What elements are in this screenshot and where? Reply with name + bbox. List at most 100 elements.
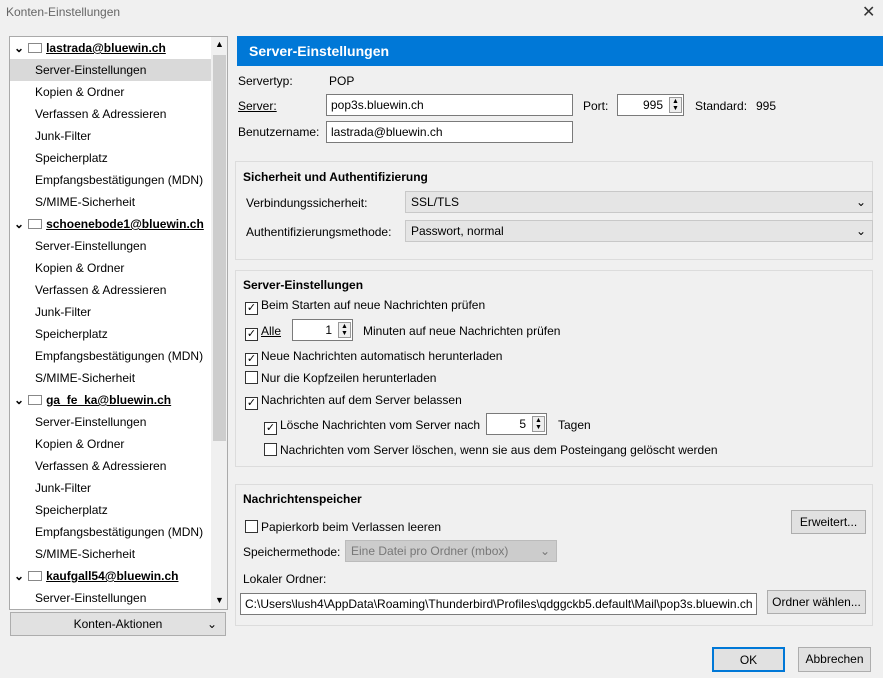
port-label: Port: xyxy=(583,99,609,113)
server-label: Server: xyxy=(238,99,277,113)
check-start-label: Beim Starten auf neue Nachrichten prüfen xyxy=(261,298,486,312)
scroll-down-icon[interactable]: ▼ xyxy=(215,595,224,605)
chevron-down-icon[interactable]: ⌄ xyxy=(14,393,24,407)
tree-item[interactable]: Junk-Filter xyxy=(10,125,211,147)
check-start-checkbox[interactable]: ✓ Beim Starten auf neue Nachrichten prüfe… xyxy=(245,298,485,315)
tree-item[interactable]: Speicherplatz xyxy=(10,323,211,345)
tree-item[interactable]: Server-Einstellungen xyxy=(10,587,211,609)
close-icon[interactable]: ✕ xyxy=(862,2,875,22)
chevron-down-icon[interactable]: ⌄ xyxy=(14,217,24,231)
connection-security-label: Verbindungssicherheit: xyxy=(246,196,368,210)
delete-after-label: Lösche Nachrichten vom Server nach xyxy=(280,418,481,432)
checkbox-checked-icon: ✓ xyxy=(245,353,258,366)
checkbox-unchecked-icon xyxy=(245,371,258,384)
days-input[interactable]: 5 ▲ ▼ xyxy=(486,413,547,435)
chevron-down-icon[interactable]: ⌄ xyxy=(14,569,24,583)
chevron-down-icon: ⌄ xyxy=(855,195,866,209)
spinner-icon[interactable]: ▲ ▼ xyxy=(338,322,351,338)
auth-method-select[interactable]: Passwort, normal ⌄ xyxy=(405,220,873,242)
delete-after-checkbox[interactable]: ✓ Lösche Nachrichten vom Server nach xyxy=(264,418,480,435)
tree-item[interactable]: Kopien & Ordner xyxy=(10,433,211,455)
connection-security-value: SSL/TLS xyxy=(411,195,460,209)
username-label: Benutzername: xyxy=(238,125,320,139)
account-name: kaufgall54@bluewin.ch xyxy=(46,569,179,583)
account-name: schoenebode1@bluewin.ch xyxy=(46,217,204,231)
checkbox-checked-icon: ✓ xyxy=(245,302,258,315)
spinner-icon[interactable]: ▲ ▼ xyxy=(532,416,545,432)
tree-item[interactable]: Junk-Filter xyxy=(10,477,211,499)
tree-item[interactable]: Kopien & Ordner xyxy=(10,81,211,103)
standard-value: 995 xyxy=(756,99,777,113)
headers-only-checkbox[interactable]: Nur die Kopfzeilen herunterladen xyxy=(245,371,436,385)
envelope-icon xyxy=(28,219,43,229)
local-folder-input[interactable]: C:\Users\lush4\AppData\Roaming\Thunderbi… xyxy=(240,593,757,615)
auth-method-value: Passwort, normal xyxy=(411,224,504,238)
tree-item[interactable]: Junk-Filter xyxy=(10,301,211,323)
checkbox-checked-icon: ✓ xyxy=(264,422,277,435)
check-every-checkbox[interactable]: ✓ Alle xyxy=(245,324,281,341)
scrollbar[interactable]: ▲ ▼ xyxy=(211,37,227,609)
tree-item[interactable]: Speicherplatz xyxy=(10,147,211,169)
storage-heading: Nachrichtenspeicher xyxy=(243,492,362,506)
tree-item[interactable]: Empfangsbestätigungen (MDN) xyxy=(10,169,211,191)
tree-account[interactable]: ⌄ ga_fe_ka@bluewin.ch xyxy=(10,389,211,411)
choose-folder-button[interactable]: Ordner wählen... xyxy=(767,590,866,614)
tree-item[interactable]: Kopien & Ordner xyxy=(10,257,211,279)
storage-method-label: Speichermethode: xyxy=(243,545,341,559)
checkbox-checked-icon: ✓ xyxy=(245,328,258,341)
scroll-up-icon[interactable]: ▲ xyxy=(215,39,224,49)
chevron-down-icon[interactable]: ⌄ xyxy=(14,41,24,55)
tree-account[interactable]: ⌄ schoenebode1@bluewin.ch xyxy=(10,213,211,235)
empty-trash-label: Papierkorb beim Verlassen leeren xyxy=(261,520,442,534)
servertype-label: Servertyp: xyxy=(238,74,293,88)
leave-on-server-label: Nachrichten auf dem Server belassen xyxy=(261,393,462,407)
tree-item[interactable]: Server-Einstellungen xyxy=(10,235,211,257)
tree-item[interactable]: Empfangsbestätigungen (MDN) xyxy=(10,345,211,367)
minutes-label: Minuten auf neue Nachrichten prüfen xyxy=(363,324,561,338)
tree-item[interactable]: Verfassen & Adressieren xyxy=(10,103,211,125)
advanced-button[interactable]: Erweitert... xyxy=(791,510,866,534)
account-tree[interactable]: ⌄ lastrada@bluewin.ch Server-Einstellungen… xyxy=(9,36,228,610)
window-title: Konten-Einstellungen xyxy=(6,5,121,19)
ok-button[interactable]: OK xyxy=(712,647,785,672)
tree-account[interactable]: ⌄ lastrada@bluewin.ch xyxy=(10,37,211,59)
tree-item[interactable]: Server-Einstellungen xyxy=(10,411,211,433)
tree-item[interactable]: S/MIME-Sicherheit xyxy=(10,543,211,565)
auth-method-label: Authentifizierungsmethode: xyxy=(246,225,392,239)
chevron-down-icon: ⌄ xyxy=(855,224,866,238)
cancel-button[interactable]: Abbrechen xyxy=(798,647,871,672)
connection-security-select[interactable]: SSL/TLS ⌄ xyxy=(405,191,873,213)
scrollbar-thumb[interactable] xyxy=(213,55,226,441)
tree-item[interactable]: S/MIME-Sicherheit xyxy=(10,367,211,389)
account-actions-button[interactable]: Konten-Aktionen ⌄ xyxy=(10,612,226,636)
tree-item[interactable]: S/MIME-Sicherheit xyxy=(10,191,211,213)
delete-inbox-checkbox[interactable]: Nachrichten vom Server löschen, wenn sie… xyxy=(264,443,718,457)
leave-on-server-checkbox[interactable]: ✓ Nachrichten auf dem Server belassen xyxy=(245,393,462,410)
standard-label: Standard: xyxy=(695,99,748,113)
auto-download-checkbox[interactable]: ✓ Neue Nachrichten automatisch herunterla… xyxy=(245,349,502,366)
local-folder-label: Lokaler Ordner: xyxy=(243,572,327,586)
page-title: Server-Einstellungen xyxy=(237,36,883,66)
tree-item[interactable]: Speicherplatz xyxy=(10,499,211,521)
minutes-input[interactable]: 1 ▲ ▼ xyxy=(292,319,353,341)
spinner-icon[interactable]: ▲ ▼ xyxy=(669,97,682,113)
tree-account[interactable]: ⌄ kaufgall54@bluewin.ch xyxy=(10,565,211,587)
username-input[interactable]: lastrada@bluewin.ch xyxy=(326,121,573,143)
minutes-value: 1 xyxy=(325,323,332,337)
port-input[interactable]: 995 ▲ ▼ xyxy=(617,94,684,116)
tree-item[interactable]: Verfassen & Adressieren xyxy=(10,279,211,301)
empty-trash-checkbox[interactable]: Papierkorb beim Verlassen leeren xyxy=(245,520,441,534)
server-input[interactable]: pop3s.bluewin.ch xyxy=(326,94,573,116)
servertype-value: POP xyxy=(329,74,355,88)
days-value: 5 xyxy=(519,417,526,431)
tree-item[interactable]: Server-Einstellungen xyxy=(10,59,211,81)
tree-item[interactable]: Verfassen & Adressieren xyxy=(10,455,211,477)
account-name: lastrada@bluewin.ch xyxy=(46,41,166,55)
chevron-down-icon: ⌄ xyxy=(539,544,550,558)
account-actions-label: Konten-Aktionen xyxy=(73,617,163,631)
server-settings-heading: Server-Einstellungen xyxy=(243,278,364,292)
days-label: Tagen xyxy=(558,418,591,432)
tree-item[interactable]: Empfangsbestätigungen (MDN) xyxy=(10,521,211,543)
chevron-down-icon: ⌄ xyxy=(206,617,217,631)
checkbox-unchecked-icon xyxy=(245,520,258,533)
